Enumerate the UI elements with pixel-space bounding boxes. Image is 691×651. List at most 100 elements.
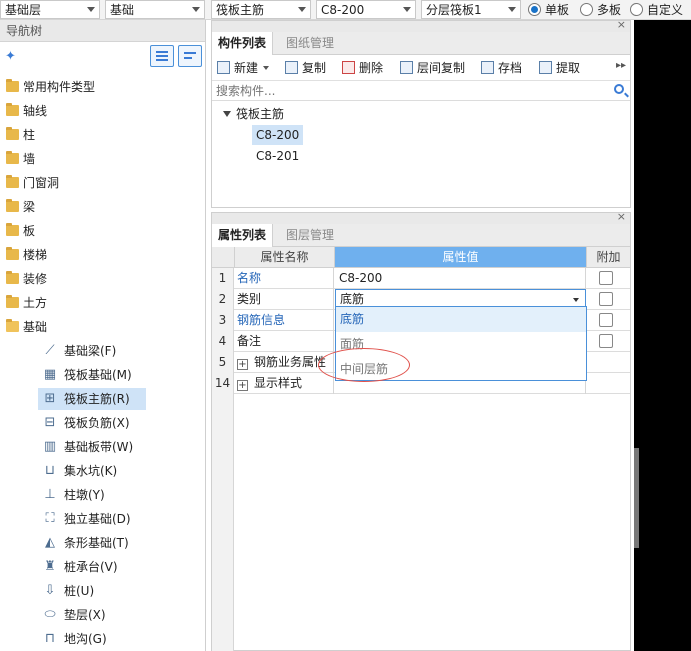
- copy-button[interactable]: 复制: [285, 59, 326, 77]
- component-toolbar: 新建 复制 删除 层间复制 存档 提取 ▸▸: [212, 55, 630, 81]
- dropdown-option-bottom-rebar[interactable]: 底筋: [336, 307, 586, 332]
- nav-category-axis[interactable]: 轴线: [0, 99, 205, 123]
- nav-category-decoration[interactable]: 装修: [0, 267, 205, 291]
- folder-icon: [6, 223, 19, 236]
- folder-icon: [6, 103, 19, 116]
- nav-category-stairs[interactable]: 楼梯: [0, 243, 205, 267]
- nav-item-slab-strip[interactable]: ▥ 基础板带(W): [0, 435, 205, 459]
- floor-copy-button[interactable]: 层间复制: [400, 59, 465, 77]
- radio-multi-slab[interactable]: 多板: [580, 0, 621, 19]
- component-select[interactable]: C8-200: [316, 0, 416, 19]
- delete-button[interactable]: 删除: [342, 59, 383, 77]
- floor-select-value: 基础层: [5, 3, 42, 17]
- radio-single-slab[interactable]: 单板: [528, 0, 569, 19]
- sparkle-icon[interactable]: ✦: [5, 49, 16, 64]
- close-icon[interactable]: ×: [617, 18, 626, 31]
- nav-category-earthwork[interactable]: 土方: [0, 291, 205, 315]
- header-extra: 附加: [587, 247, 630, 268]
- beam-icon: ⟋: [45, 343, 55, 358]
- tree-root[interactable]: 筏板主筋: [236, 104, 284, 124]
- nav-item-column-pier[interactable]: ⊥ 柱墩(Y): [0, 483, 205, 507]
- nav-label: 柱: [23, 128, 36, 142]
- chevron-down-icon: [263, 66, 270, 70]
- nav-category-slab[interactable]: 板: [0, 219, 205, 243]
- detail-view-button[interactable]: [178, 45, 202, 67]
- copy-icon: [285, 61, 298, 74]
- nav-category-column[interactable]: 柱: [0, 123, 205, 147]
- close-icon[interactable]: ×: [617, 210, 626, 223]
- tab-drawing-management[interactable]: 图纸管理: [280, 32, 340, 55]
- nav-item-raft-main-rebar[interactable]: ⊞ 筏板主筋(R): [0, 387, 205, 411]
- nav-item-raft-negative-rebar[interactable]: ⊟ 筏板负筋(X): [0, 411, 205, 435]
- nav-category-beam[interactable]: 梁: [0, 195, 205, 219]
- property-list-panel: × 属性列表 图层管理 属性名称 属性值 附加 1 名称 C8-200 2 类别…: [211, 210, 631, 651]
- property-name: 钢筋信息: [235, 310, 334, 331]
- nav-item-strip-footing[interactable]: ◭ 条形基础(T): [0, 531, 205, 555]
- nav-item-pile-cap[interactable]: ♜ 桩承台(V): [0, 555, 205, 579]
- tab-component-list[interactable]: 构件列表: [212, 32, 274, 55]
- nav-category-foundation[interactable]: 基础: [0, 315, 205, 339]
- search-icon[interactable]: [614, 84, 624, 94]
- component-select-value: C8-200: [321, 3, 365, 17]
- radio-unchecked-icon: [630, 3, 643, 16]
- nav-label: 桩(U): [64, 584, 95, 598]
- extra-checkbox[interactable]: [599, 313, 613, 327]
- extra-checkbox[interactable]: [599, 292, 613, 306]
- collapse-handle[interactable]: [634, 448, 639, 548]
- nav-label: 基础: [23, 320, 48, 334]
- property-panel-tabs: 属性列表 图层管理: [212, 224, 630, 247]
- isolated-footing-icon: ⛶: [45, 511, 55, 526]
- property-name: 名称: [235, 268, 334, 289]
- more-icon[interactable]: ▸▸: [616, 60, 626, 71]
- folder-icon: [6, 199, 19, 212]
- nav-item-trench[interactable]: ⊓ 地沟(G): [0, 627, 205, 651]
- component-type-select[interactable]: 筏板主筋: [211, 0, 311, 19]
- floor-copy-label: 层间复制: [417, 61, 466, 75]
- nav-item-raft-foundation[interactable]: ▦ 筏板基础(M): [0, 363, 205, 387]
- nav-label: 门窗洞: [23, 176, 60, 190]
- expand-triangle-icon[interactable]: [223, 111, 231, 117]
- nav-label: 地沟(G): [64, 632, 107, 646]
- extract-button[interactable]: 提取: [539, 59, 580, 77]
- nav-item-sump-pit[interactable]: ⊔ 集水坑(K): [0, 459, 205, 483]
- category-combobox-value: 底筋: [340, 292, 365, 306]
- tab-property-list[interactable]: 属性列表: [212, 224, 274, 247]
- raft-layer-select[interactable]: 分层筏板1: [421, 0, 521, 19]
- row-number: 3: [212, 310, 234, 331]
- extra-checkbox[interactable]: [599, 271, 613, 285]
- nav-category-common[interactable]: 常用构件类型: [0, 75, 205, 99]
- nav-item-pile[interactable]: ⇩ 桩(U): [0, 579, 205, 603]
- delete-icon: [342, 61, 355, 74]
- tab-layer-management[interactable]: 图层管理: [280, 224, 340, 247]
- save-button[interactable]: 存档: [481, 59, 522, 77]
- nav-item-isolated-footing[interactable]: ⛶ 独立基础(D): [0, 507, 205, 531]
- floor-select[interactable]: 基础层: [0, 0, 100, 19]
- component-type-select-value: 筏板主筋: [216, 3, 265, 17]
- radio-custom[interactable]: 自定义: [630, 0, 683, 19]
- header-corner: [212, 247, 235, 268]
- expand-plus-icon[interactable]: +: [237, 359, 248, 370]
- nav-label: 筏板基础(M): [64, 368, 132, 382]
- new-button[interactable]: 新建: [217, 59, 270, 77]
- tree-item-c8-200[interactable]: C8-200: [252, 125, 304, 145]
- nav-item-foundation-beam[interactable]: ⟋ 基础梁(F): [0, 339, 205, 363]
- nav-label: 筏板主筋(R): [64, 392, 130, 406]
- component-tree: 筏板主筋 C8-200 C8-201: [212, 101, 630, 201]
- expand-plus-icon[interactable]: +: [237, 380, 248, 391]
- search-input[interactable]: [214, 82, 609, 99]
- folder-icon: [6, 271, 19, 284]
- nav-item-cushion-layer[interactable]: ⬭ 垫层(X): [0, 603, 205, 627]
- nav-category-openings[interactable]: 门窗洞: [0, 171, 205, 195]
- tree-item-c8-201[interactable]: C8-201: [256, 146, 299, 166]
- extra-checkbox[interactable]: [599, 334, 613, 348]
- nav-category-wall[interactable]: 墙: [0, 147, 205, 171]
- cushion-layer-icon: ⬭: [44, 607, 56, 622]
- list-view-button[interactable]: [150, 45, 174, 67]
- component-list-panel: × 构件列表 图纸管理 新建 复制 删除 层间复制 存档 提取 ▸▸ 筏板主筋 …: [211, 18, 631, 208]
- nav-label: 基础板带(W): [64, 440, 134, 454]
- drawing-area-edge: [634, 20, 691, 651]
- category-select[interactable]: 基础: [105, 0, 205, 19]
- property-row-name[interactable]: 1 名称 C8-200: [212, 268, 630, 289]
- nav-toolbar: ✦: [0, 42, 205, 76]
- property-value[interactable]: C8-200: [335, 268, 586, 289]
